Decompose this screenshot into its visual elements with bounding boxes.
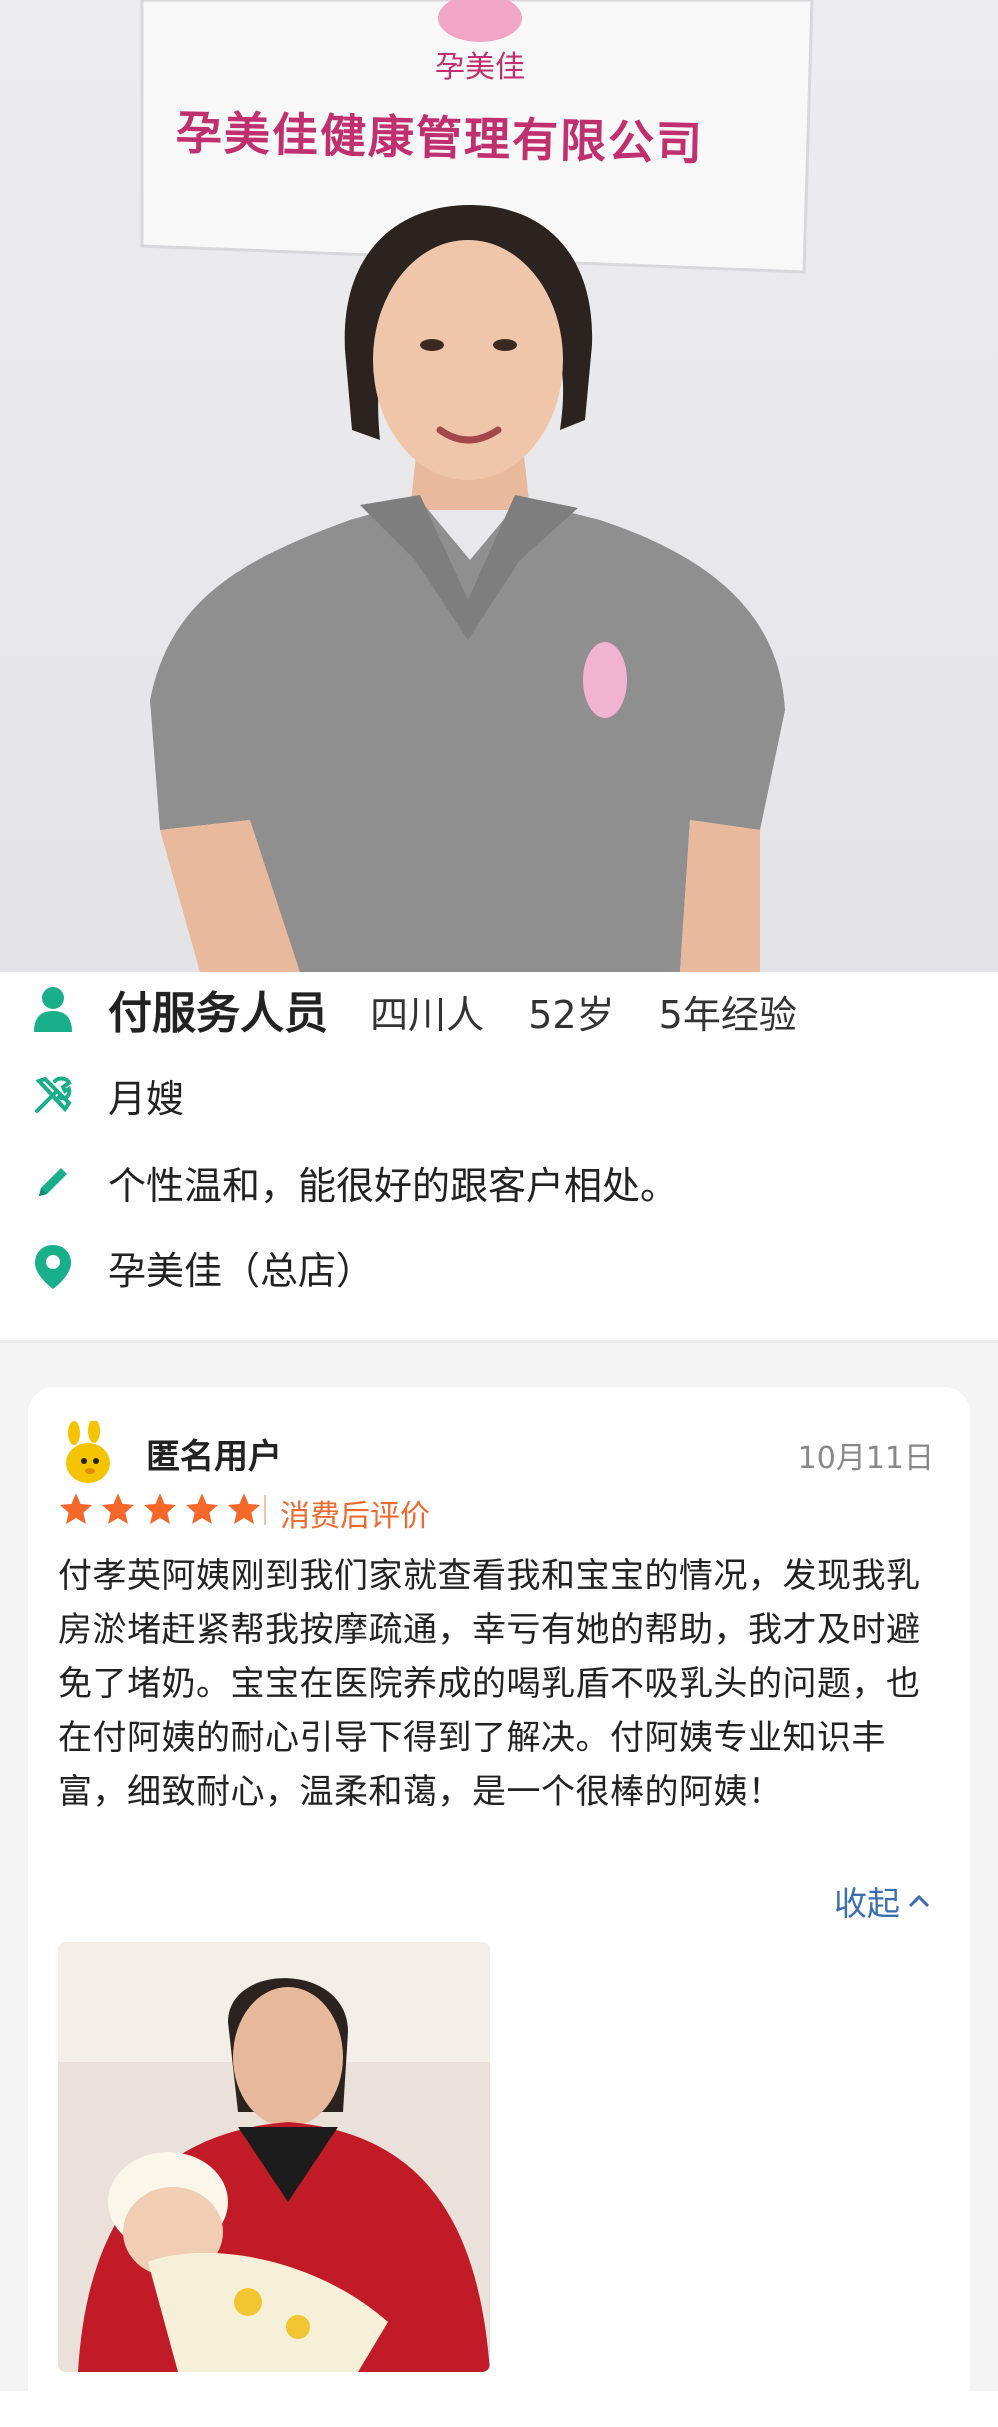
caregiver-role: 月嫂 — [108, 1076, 185, 1121]
review-date: 10月11日 — [797, 1441, 934, 1476]
review-photo-illustration — [58, 1942, 490, 2372]
caregiver-description: 个性温和，能很好的跟客户相处。 — [108, 1163, 679, 1208]
review-rating — [58, 1491, 262, 1527]
profile-row-store[interactable]: 孕美佳（总店） — [0, 1237, 998, 1297]
profile-row-identity: 付服务人员 四川人 52岁 5年经验 — [0, 979, 998, 1039]
sign-company-name: 孕美佳健康管理有限公司 — [175, 105, 705, 171]
star-icon — [185, 1493, 219, 1524]
profile-info: 付服务人员 四川人 52岁 5年经验 月嫂 个性温和，能很好的跟客户相处。 孕美… — [0, 972, 998, 1342]
collapse-button[interactable]: 收起 — [834, 1877, 930, 1925]
person-icon — [30, 986, 76, 1032]
review-photo[interactable] — [58, 1942, 490, 2372]
caregiver-photo[interactable]: 孕美佳 孕美佳健康管理有限公司 — [0, 0, 998, 972]
review-username: 匿名用户 — [146, 1437, 282, 1477]
chevron-up-icon — [908, 1894, 930, 1908]
star-icon — [59, 1493, 93, 1524]
profile-row-description: 个性温和，能很好的跟客户相处。 — [0, 1152, 998, 1212]
caregiver-age: 52岁 — [528, 993, 615, 1037]
pencil-icon — [30, 1159, 76, 1205]
collapse-label: 收起 — [834, 1884, 900, 1923]
caregiver-store[interactable]: 孕美佳（总店） — [108, 1240, 374, 1295]
caregiver-origin: 四川人 — [370, 993, 485, 1037]
review-tag: 消费后评价 — [280, 1499, 430, 1534]
star-icon — [227, 1493, 261, 1524]
avatar — [60, 1419, 118, 1485]
star-icon — [101, 1493, 135, 1524]
review-text: 付孝英阿姨刚到我们家就查看我和宝宝的情况，发现我乳房淤堵赶紧帮我按摩疏通，幸亏有… — [58, 1556, 921, 1812]
sign-brand-logo: 孕美佳 — [435, 50, 525, 85]
caregiver-experience: 5年经验 — [658, 993, 797, 1037]
review-card: 匿名用户 10月11日 消费后评价 付孝英阿姨刚到我们家就查看我和宝宝的情况，发… — [28, 1387, 970, 2427]
location-pin-icon — [30, 1244, 76, 1290]
star-icon — [143, 1493, 177, 1524]
profile-row-role: 月嫂 — [0, 1065, 998, 1125]
tag-separator — [264, 1495, 266, 1525]
caregiver-name: 付服务人员 — [108, 988, 328, 1039]
tools-icon — [30, 1072, 76, 1118]
